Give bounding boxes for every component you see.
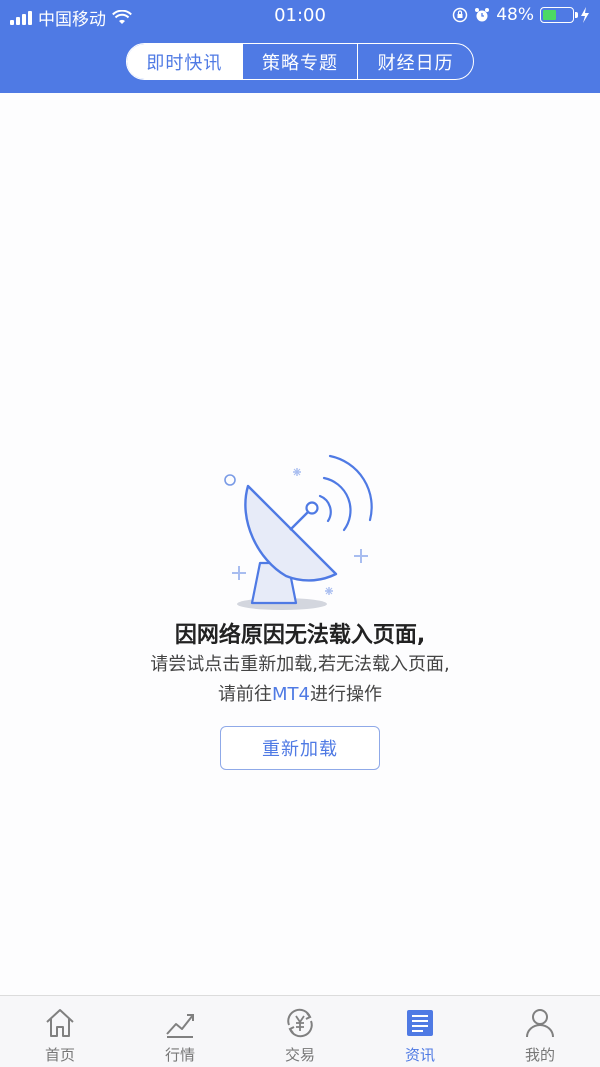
news-icon bbox=[407, 1010, 433, 1036]
error-hint: 请前往MT4进行操作 bbox=[0, 680, 600, 706]
error-message: 请尝试点击重新加载,若无法载入页面, bbox=[150, 654, 450, 675]
nav-news-label: 资讯 bbox=[404, 1046, 435, 1064]
mt4-link[interactable]: MT4 bbox=[272, 684, 310, 705]
orientation-lock-icon bbox=[452, 7, 468, 23]
tab-economic-calendar[interactable]: 财经日历 bbox=[357, 44, 473, 79]
tab-strategy-topics[interactable]: 策略专题 bbox=[241, 44, 358, 79]
nav-trade-label: 交易 bbox=[284, 1046, 315, 1064]
nav-home[interactable]: 首页 bbox=[0, 996, 120, 1067]
error-hint-prefix: 请前往 bbox=[218, 684, 272, 705]
charging-icon bbox=[581, 7, 589, 23]
nav-trade[interactable]: 交易 bbox=[240, 996, 360, 1067]
nav-profile-label: 我的 bbox=[524, 1046, 555, 1064]
alarm-icon bbox=[475, 8, 490, 22]
tab-flash-news[interactable]: 即时快讯 bbox=[127, 44, 242, 79]
home-icon bbox=[46, 1009, 74, 1037]
nav-news[interactable]: 资讯 bbox=[360, 996, 480, 1067]
nav-market[interactable]: 行情 bbox=[120, 996, 240, 1067]
battery-icon bbox=[540, 7, 578, 23]
nav-home-label: 首页 bbox=[44, 1046, 75, 1064]
news-category-tabs: 即时快讯 策略专题 财经日历 bbox=[126, 43, 474, 80]
battery-level bbox=[543, 10, 557, 20]
bottom-nav: 首页 行情 交易 资讯 我的 bbox=[0, 995, 600, 1067]
nav-market-label: 行情 bbox=[164, 1046, 195, 1064]
error-hint-suffix: 进行操作 bbox=[309, 684, 382, 705]
status-bar: 中国移动 01:00 48% bbox=[0, 0, 600, 32]
header: 中国移动 01:00 48% 即时快讯 策略专题 财经日历 bbox=[0, 0, 600, 93]
satellite-dish-icon bbox=[224, 454, 373, 610]
user-icon bbox=[526, 1009, 554, 1038]
chart-icon bbox=[166, 1014, 194, 1038]
yuan-exchange-icon bbox=[287, 1008, 313, 1038]
nav-profile[interactable]: 我的 bbox=[480, 996, 600, 1067]
battery-percent: 48% bbox=[496, 5, 534, 25]
reload-button[interactable]: 重新加载 bbox=[220, 726, 380, 770]
error-title: 因网络原因无法载入页面, bbox=[174, 623, 426, 648]
status-right: 48% bbox=[452, 5, 590, 25]
